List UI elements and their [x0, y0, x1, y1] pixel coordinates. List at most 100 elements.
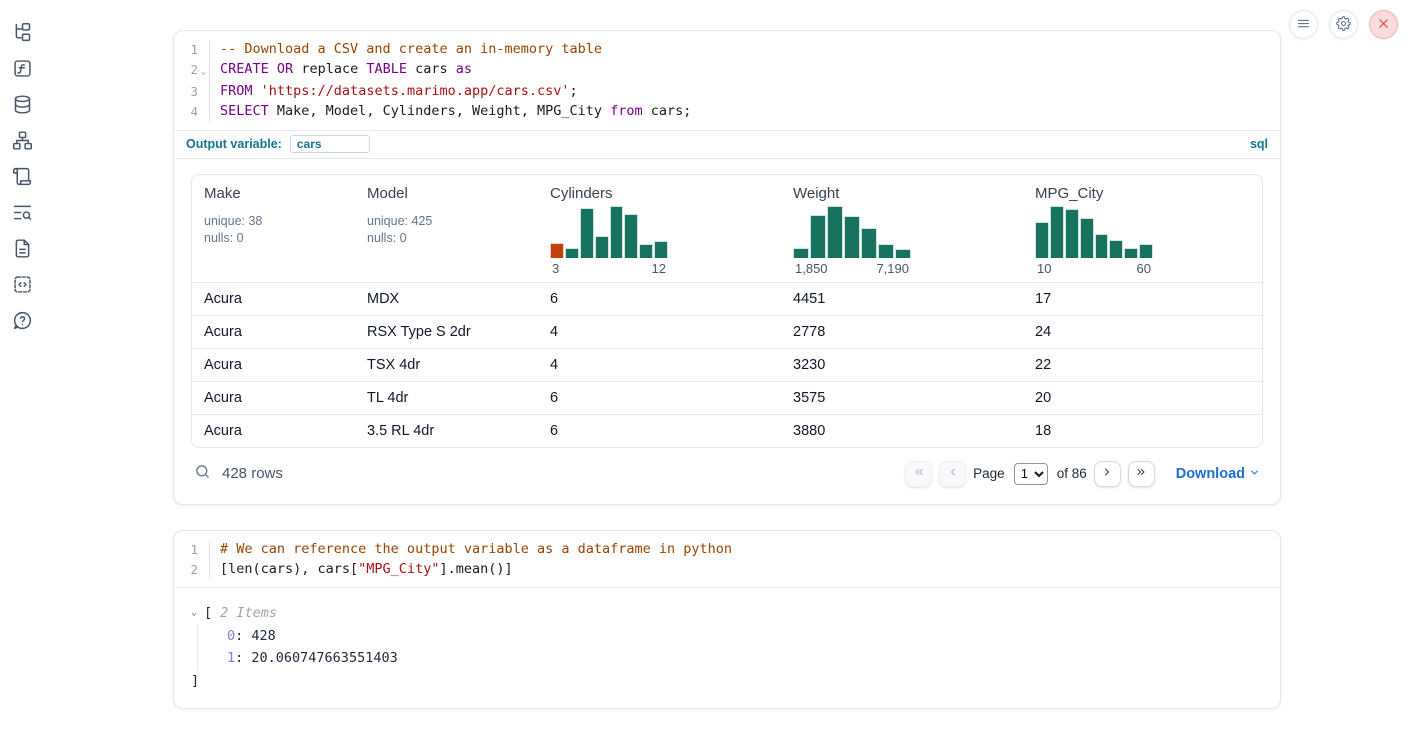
histogram-bar[interactable]: [878, 244, 894, 258]
column-header-make[interactable]: Makeunique: 38nulls: 0: [192, 175, 355, 282]
table-cell: 3575: [781, 390, 1023, 406]
table-cell: Acura: [192, 390, 355, 406]
document-icon[interactable]: [12, 238, 33, 259]
python-code-editor[interactable]: 1# We can reference the output variable …: [174, 531, 1280, 587]
sql-cell: 1 -- Download a CSV and create an in-memo…: [173, 30, 1281, 505]
table-cell: 6: [538, 423, 781, 439]
table-row[interactable]: Acura3.5 RL 4dr6388018: [192, 414, 1262, 447]
histogram-bar[interactable]: [1095, 234, 1109, 258]
page-select[interactable]: 1: [1014, 463, 1048, 485]
code-token: as: [456, 61, 472, 77]
histogram-bars: [793, 206, 911, 258]
axis-max-label: 12: [652, 261, 666, 276]
download-button[interactable]: Download: [1176, 466, 1260, 482]
table-row[interactable]: AcuraTL 4dr6357520: [192, 381, 1262, 414]
functions-icon[interactable]: [12, 58, 33, 79]
file-tree-icon[interactable]: [12, 22, 33, 43]
table-row[interactable]: AcuraTSX 4dr4323022: [192, 348, 1262, 381]
prev-page-button[interactable]: [939, 461, 966, 487]
histogram-bar[interactable]: [654, 241, 668, 258]
graph-icon[interactable]: [12, 130, 33, 151]
chevron-down-icon[interactable]: ⌄: [191, 602, 204, 625]
column-histogram: 1060: [1035, 206, 1153, 276]
histogram-bar[interactable]: [595, 236, 609, 258]
table-cell: 6: [538, 390, 781, 406]
histogram-bar[interactable]: [1065, 209, 1079, 258]
tree-entry-key: 1: [227, 650, 235, 666]
code-token: "MPG_City": [358, 561, 439, 577]
code-line[interactable]: 4SELECT Make, Model, Cylinders, Weight, …: [174, 102, 1280, 122]
column-header-weight[interactable]: Weight1,8507,190: [781, 175, 1023, 282]
page-label: Page: [973, 466, 1005, 481]
table-row[interactable]: AcuraRSX Type S 2dr4277824: [192, 315, 1262, 348]
next-page-button[interactable]: [1094, 461, 1121, 487]
code-token: # We can reference the output variable a…: [220, 541, 732, 557]
tree-entry: 1: 20.060747663551403: [227, 647, 1263, 670]
sql-code-editor[interactable]: 1-- Download a CSV and create an in-memo…: [174, 31, 1280, 130]
column-name: Cylinders: [550, 185, 769, 202]
histogram-bar[interactable]: [580, 208, 594, 257]
column-name: Make: [204, 185, 343, 202]
histogram-bar[interactable]: [1035, 222, 1049, 257]
code-line[interactable]: 1# We can reference the output variable …: [174, 540, 1280, 560]
shutdown-button[interactable]: [1369, 10, 1398, 39]
code-token: OR: [277, 61, 293, 77]
column-header-cylinders[interactable]: Cylinders 3 12: [538, 175, 781, 282]
table-cell: 3.5 RL 4dr: [355, 423, 538, 439]
histogram-bars: [550, 206, 668, 258]
code-line[interactable]: 1-- Download a CSV and create an in-memo…: [174, 40, 1280, 60]
code-text: -- Download a CSV and create an in-memor…: [210, 40, 602, 60]
code-token: ].mean()]: [439, 561, 512, 577]
table-cell: 4: [538, 324, 781, 340]
fold-slot: [198, 540, 210, 560]
tree-entry-key: 0: [227, 628, 235, 644]
database-icon[interactable]: [12, 94, 33, 115]
histogram-bar[interactable]: [827, 206, 843, 258]
code-line[interactable]: 2⌄CREATE OR replace TABLE cars as: [174, 60, 1280, 83]
list-search-icon[interactable]: [12, 202, 33, 223]
last-page-button[interactable]: [1128, 461, 1155, 487]
table-cell: 20: [1023, 390, 1263, 406]
histogram-bar[interactable]: [639, 244, 653, 258]
scroll-icon[interactable]: [12, 166, 33, 187]
search-icon[interactable]: [194, 463, 211, 485]
settings-button[interactable]: [1329, 10, 1358, 39]
output-variable-input[interactable]: [290, 135, 370, 153]
histogram-bar[interactable]: [861, 228, 877, 258]
table-footer: 428 rows Page 1 of 86: [191, 461, 1263, 487]
close-icon: [1376, 16, 1391, 34]
histogram-bar[interactable]: [1050, 206, 1064, 258]
histogram-bar[interactable]: [793, 248, 809, 258]
histogram-bar[interactable]: [624, 214, 638, 258]
histogram-bar[interactable]: [895, 249, 911, 258]
close-bracket: ]: [191, 670, 1263, 693]
axis-min-label: 10: [1037, 261, 1051, 276]
histogram-bar[interactable]: [565, 248, 579, 257]
histogram-bar[interactable]: [1124, 248, 1138, 257]
chevrons-left-icon: [913, 466, 925, 481]
histogram-bar[interactable]: [610, 206, 624, 258]
histogram-bar[interactable]: [550, 243, 564, 258]
code-line[interactable]: 2[len(cars), cars["MPG_City"].mean()]: [174, 560, 1280, 580]
histogram-bar[interactable]: [1139, 244, 1153, 258]
table-row[interactable]: AcuraMDX6445117: [192, 282, 1262, 315]
histogram-bar[interactable]: [1080, 218, 1094, 258]
first-page-button[interactable]: [905, 461, 932, 487]
code-line[interactable]: 3FROM 'https://datasets.marimo.app/cars.…: [174, 82, 1280, 102]
help-bubble-icon[interactable]: [12, 310, 33, 331]
axis-min-label: 3: [552, 261, 559, 276]
histogram-bar[interactable]: [844, 216, 860, 258]
table-cell: 4451: [781, 291, 1023, 307]
fold-chevron-icon[interactable]: ⌄: [198, 60, 210, 83]
histogram-bar[interactable]: [1109, 240, 1123, 258]
code-token: cars;: [643, 103, 692, 119]
menu-button[interactable]: [1289, 10, 1318, 39]
items-count-label: 2 Items: [220, 602, 277, 625]
column-stat: nulls: 0: [204, 230, 343, 247]
column-stat: unique: 425: [367, 213, 526, 230]
histogram-bar[interactable]: [810, 215, 826, 258]
column-header-mpg_city[interactable]: MPG_City1060: [1023, 175, 1263, 282]
left-sidebar: [0, 0, 44, 729]
column-header-model[interactable]: Modelunique: 425nulls: 0: [355, 175, 538, 282]
code-box-icon[interactable]: [12, 274, 33, 295]
